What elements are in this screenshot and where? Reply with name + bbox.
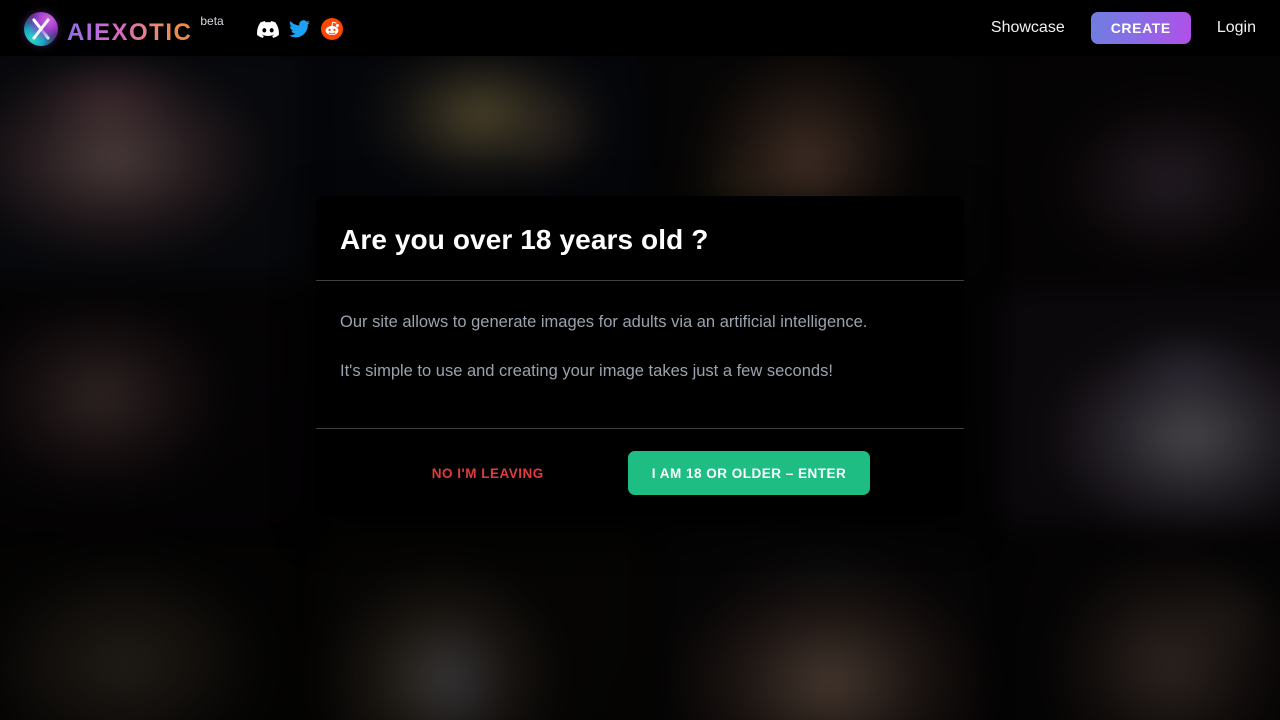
brand-logo[interactable]: AIEXOTIC beta	[24, 10, 224, 47]
background-tile	[0, 42, 308, 282]
page-root: AIEXOTIC beta Showcase CREATE Login Are …	[0, 0, 1280, 720]
decline-button[interactable]: NO I'M LEAVING	[410, 456, 566, 491]
modal-description-line-2: It's simple to use and creating your ima…	[340, 362, 833, 381]
logo-mark-icon	[24, 11, 58, 46]
background-tile	[0, 288, 308, 528]
background-tile	[997, 533, 1280, 720]
nav-link-showcase[interactable]: Showcase	[991, 19, 1065, 37]
age-verification-modal: Are you over 18 years old ? Our site all…	[316, 196, 964, 517]
reddit-icon[interactable]	[320, 18, 343, 40]
modal-description-line-1: Our site allows to generate images for a…	[340, 313, 868, 331]
social-links	[256, 18, 343, 40]
background-tile	[656, 533, 990, 720]
modal-title: Are you over 18 years old ?	[340, 224, 709, 255]
site-header: AIEXOTIC beta Showcase CREATE Login	[0, 0, 1280, 56]
background-tile	[315, 533, 649, 720]
background-tile	[0, 533, 308, 720]
background-tile	[997, 288, 1280, 528]
beta-badge: beta	[200, 13, 224, 28]
background-tile	[997, 42, 1280, 282]
modal-footer: NO I'M LEAVING I AM 18 OR OLDER – ENTER	[316, 429, 964, 517]
modal-body: Our site allows to generate images for a…	[316, 281, 964, 429]
discord-icon[interactable]	[256, 18, 279, 40]
modal-header: Are you over 18 years old ?	[316, 196, 964, 281]
twitter-icon[interactable]	[289, 18, 311, 40]
create-button[interactable]: CREATE	[1090, 12, 1191, 44]
header-nav: Showcase CREATE Login	[991, 12, 1256, 44]
accept-age-button[interactable]: I AM 18 OR OLDER – ENTER	[627, 451, 871, 495]
brand-name: AIEXOTIC	[67, 18, 193, 46]
nav-link-login[interactable]: Login	[1217, 19, 1256, 37]
